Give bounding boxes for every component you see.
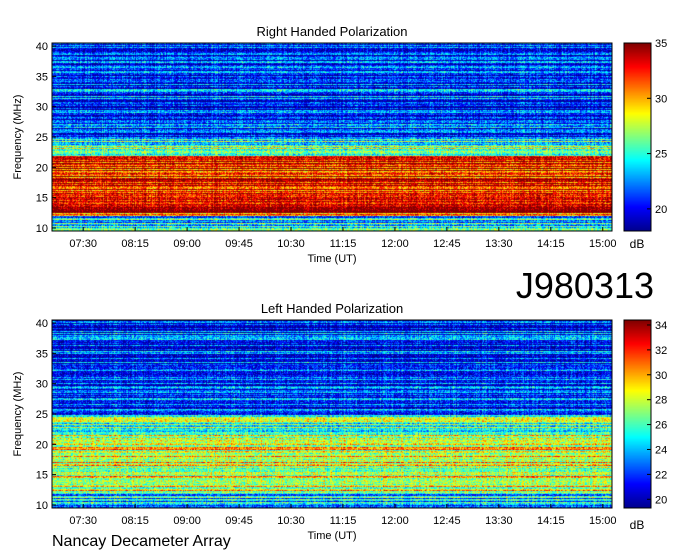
colorbar-tick-label: 22: [655, 469, 667, 481]
x-tick-label: 15:00: [589, 515, 617, 527]
colorbar-tick-label: 34: [655, 320, 667, 332]
x-tick-label: 08:15: [121, 515, 149, 527]
top-spectrogram: [52, 43, 612, 231]
x-tick-label: 12:45: [433, 238, 461, 250]
y-tick-label: 10: [36, 500, 48, 512]
instrument-label: Nancay Decameter Array: [52, 533, 231, 550]
x-tick-label: 11:15: [330, 238, 357, 250]
x-tick-label: 09:00: [173, 515, 201, 527]
y-tick-label: 30: [36, 102, 48, 114]
x-tick-label: 07:30: [69, 515, 97, 527]
colorbar-tick-label: 20: [655, 204, 667, 216]
dynamic-spectrum-figure: Right Handed Polarization 07:30 08:15 09:0…: [12, 24, 667, 550]
colorbar-tick-label: 24: [655, 444, 667, 456]
y-tick-label: 40: [36, 41, 48, 53]
top-panel-title: Right Handed Polarization: [256, 24, 407, 39]
y-tick-label: 10: [36, 223, 48, 235]
bottom-y-axis-label: Frequency (MHz): [12, 372, 24, 457]
colorbar-tick-label: 30: [655, 93, 667, 105]
x-tick-label: 07:30: [69, 238, 97, 250]
x-tick-label: 13:30: [485, 515, 513, 527]
top-y-axis-label: Frequency (MHz): [12, 95, 24, 180]
x-tick-label: 10:30: [277, 238, 305, 250]
y-tick-label: 15: [36, 470, 48, 482]
x-tick-label: 13:30: [485, 238, 513, 250]
x-tick-label: 12:00: [381, 515, 409, 527]
bottom-colorbar: 20 22 24 26 28 30 32 34 dB: [623, 319, 667, 532]
colorbar-tick-label: 32: [655, 345, 667, 357]
y-tick-label: 35: [36, 348, 48, 360]
bottom-spectrogram: [52, 320, 612, 508]
colorbar-tick-label: 25: [655, 149, 667, 161]
top-colorbar-unit: dB: [630, 237, 645, 251]
colorbar-tick-label: 30: [655, 370, 667, 382]
y-tick-label: 20: [36, 162, 48, 174]
bottom-panel-title: Left Handed Polarization: [261, 301, 403, 316]
x-tick-label: 09:00: [173, 238, 201, 250]
y-tick-label: 40: [36, 318, 48, 330]
colorbar-tick-label: 20: [655, 494, 667, 506]
x-tick-label: 14:15: [537, 515, 565, 527]
y-tick-label: 25: [36, 132, 48, 144]
y-tick-label: 35: [36, 71, 48, 83]
observation-id: J980313: [516, 265, 654, 306]
x-tick-label: 09:45: [225, 515, 253, 527]
y-tick-label: 20: [36, 439, 48, 451]
x-tick-label: 08:15: [121, 238, 149, 250]
x-tick-label: 12:45: [433, 515, 461, 527]
colorbar-tick-label: 28: [655, 395, 667, 407]
x-tick-label: 15:00: [589, 238, 617, 250]
y-tick-label: 15: [36, 193, 48, 205]
bottom-colorbar-unit: dB: [630, 518, 645, 532]
x-tick-label: 12:00: [381, 238, 409, 250]
y-tick-label: 30: [36, 379, 48, 391]
left-polarization-panel: Left Handed Polarization 07:30 08:15 09:00…: [12, 301, 667, 542]
bottom-x-axis-label: Time (UT): [307, 530, 356, 542]
right-polarization-panel: Right Handed Polarization 07:30 08:15 09:0…: [12, 24, 667, 265]
x-tick-label: 11:15: [330, 515, 357, 527]
colorbar-tick-label: 26: [655, 420, 667, 432]
colorbar-tick-label: 35: [655, 38, 667, 50]
top-colorbar: 20 25 30 35 dB: [623, 38, 667, 251]
x-tick-label: 09:45: [225, 238, 253, 250]
x-tick-label: 10:30: [277, 515, 305, 527]
top-x-axis-label: Time (UT): [307, 253, 356, 265]
y-tick-label: 25: [36, 409, 48, 421]
x-tick-label: 14:15: [537, 238, 565, 250]
